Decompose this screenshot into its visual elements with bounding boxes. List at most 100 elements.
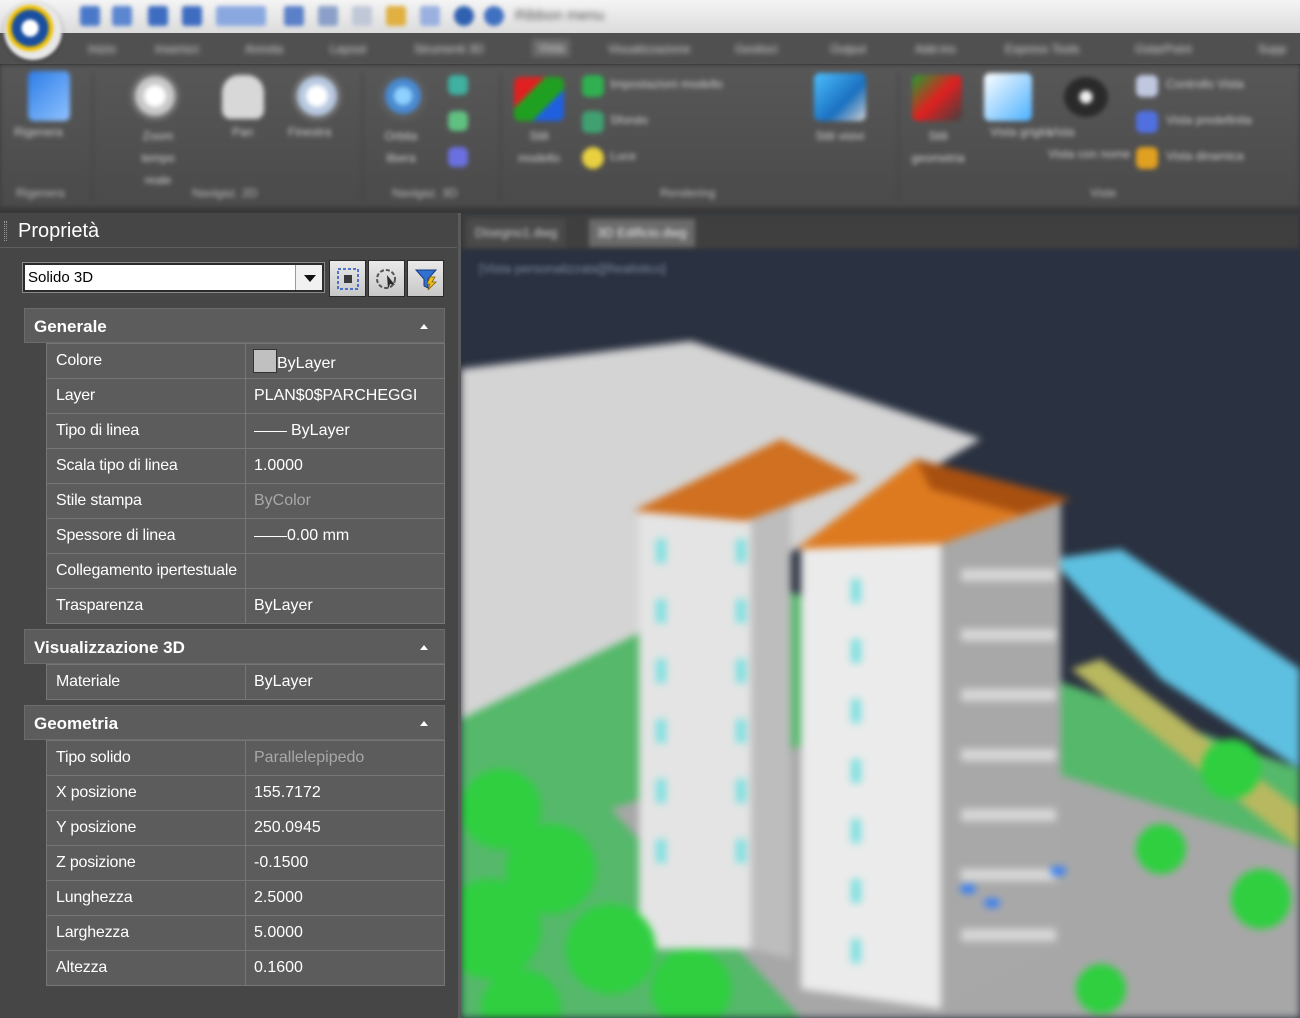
save-icon[interactable] xyxy=(148,6,168,26)
property-value[interactable]: ByLayer xyxy=(254,597,313,615)
property-row-height[interactable]: Altezza 0.1600 xyxy=(46,950,445,986)
tab-output[interactable]: Output xyxy=(830,42,866,56)
property-value[interactable]: 250.0945 xyxy=(254,819,321,837)
light-icon[interactable] xyxy=(582,147,604,169)
default-view-button[interactable]: Vista predefinita xyxy=(1166,113,1252,127)
save-as-icon[interactable] xyxy=(182,6,202,26)
property-value[interactable]: 0.00 mm xyxy=(287,527,349,545)
3d-building-model[interactable] xyxy=(461,249,1300,1018)
model-styles-button[interactable]: Stili modello xyxy=(512,125,566,169)
quick-select-button[interactable] xyxy=(407,260,444,297)
undo-icon[interactable] xyxy=(318,6,338,26)
nav-small-3-icon[interactable] xyxy=(448,147,468,167)
light-button[interactable]: Luce xyxy=(610,149,636,163)
property-value[interactable]: 0.1600 xyxy=(254,959,303,977)
panel-grip-handle[interactable] xyxy=(4,221,7,241)
property-row-linetype[interactable]: Tipo di linea ByLayer xyxy=(46,413,445,448)
tab-gstarpoint[interactable]: GstarPoint xyxy=(1135,42,1192,56)
view-control-icon[interactable] xyxy=(1136,75,1158,97)
tab-add-ins[interactable]: Add-ins xyxy=(915,42,956,56)
model-settings-button[interactable]: Impostazioni modello xyxy=(610,77,723,91)
document-tab[interactable]: Disegno1.dwg xyxy=(467,219,566,247)
object-type-select[interactable]: Solido 3D xyxy=(22,262,325,293)
visual-styles-button[interactable]: Stili visivi xyxy=(792,125,888,147)
view-grid-button[interactable]: Vista griglia xyxy=(990,125,1052,139)
pan-hand-icon[interactable] xyxy=(222,75,264,119)
view-camera-icon[interactable] xyxy=(1064,77,1108,117)
named-view-button[interactable]: Vista con nome xyxy=(1048,147,1131,161)
application-menu-logo[interactable] xyxy=(4,2,62,60)
regenerate-icon[interactable] xyxy=(28,71,70,121)
tab-manage[interactable]: Gestisci xyxy=(735,42,778,56)
nav-small-2-icon[interactable] xyxy=(448,111,468,131)
open-file-icon[interactable] xyxy=(112,6,132,26)
property-row-z-position[interactable]: Z posizione -0.1500 xyxy=(46,845,445,880)
property-value[interactable]: ByLayer xyxy=(291,422,350,440)
regenerate-button[interactable]: Rigenera xyxy=(14,125,63,139)
tab-annotate[interactable]: Annota xyxy=(245,42,283,56)
collapse-arrow-icon[interactable] xyxy=(420,645,428,650)
model-settings-icon[interactable] xyxy=(582,75,604,97)
plot-icon[interactable] xyxy=(216,6,266,26)
tab-home[interactable]: Inizio xyxy=(88,42,116,56)
visual-styles-icon[interactable] xyxy=(814,73,866,121)
property-row-layer[interactable]: Layer PLAN$0$PARCHEGGI xyxy=(46,378,445,413)
redo-icon[interactable] xyxy=(352,6,372,26)
nav-small-1-icon[interactable] xyxy=(448,75,468,95)
property-row-width[interactable]: Larghezza 5.0000 xyxy=(46,915,445,950)
view-button[interactable]: Vista xyxy=(1048,125,1074,139)
geometry-styles-button[interactable]: Stili geometria xyxy=(910,125,966,169)
property-row-linetype-scale[interactable]: Scala tipo di linea 1.0000 xyxy=(46,448,445,483)
tab-express-tools[interactable]: Express Tools xyxy=(1005,42,1079,56)
property-value[interactable]: ByLayer xyxy=(277,355,336,373)
property-row-solid-type[interactable]: Tipo solido Parallelepipedo xyxy=(46,740,445,775)
property-row-material[interactable]: Materiale ByLayer xyxy=(46,664,445,700)
help-icon[interactable] xyxy=(454,6,474,26)
property-row-plot-style[interactable]: Stile stampa ByColor xyxy=(46,483,445,518)
zoom-window-button[interactable]: Finestra xyxy=(288,125,331,139)
tab-view[interactable]: Vista xyxy=(532,39,571,57)
pan-button[interactable]: Pan xyxy=(232,125,253,139)
background-button[interactable]: Sfondo xyxy=(610,113,648,127)
match-properties-icon[interactable] xyxy=(386,6,406,26)
chevron-down-icon[interactable] xyxy=(295,265,322,290)
tab-more[interactable]: Supp xyxy=(1258,42,1286,56)
background-icon[interactable] xyxy=(582,111,604,133)
geometry-styles-icon[interactable] xyxy=(912,75,962,121)
zoom-realtime-button[interactable]: Zoom tempo reale xyxy=(128,125,188,191)
property-value[interactable]: 2.5000 xyxy=(254,889,303,907)
select-objects-button[interactable] xyxy=(368,260,405,297)
property-row-y-position[interactable]: Y posizione 250.0945 xyxy=(46,810,445,845)
property-row-x-position[interactable]: X posizione 155.7172 xyxy=(46,775,445,810)
layer-icon[interactable] xyxy=(420,6,440,26)
collapse-arrow-icon[interactable] xyxy=(420,324,428,329)
property-row-length[interactable]: Lunghezza 2.5000 xyxy=(46,880,445,915)
orbit-icon[interactable] xyxy=(378,71,428,121)
section-header-geometry[interactable]: Geometria xyxy=(24,705,445,740)
property-row-hyperlink[interactable]: Collegamento ipertestuale xyxy=(46,553,445,588)
property-row-transparency[interactable]: Trasparenza ByLayer xyxy=(46,588,445,624)
view-grid-icon[interactable] xyxy=(984,73,1032,121)
section-header-3d-visualization[interactable]: Visualizzazione 3D xyxy=(24,629,445,664)
tab-3d-tools[interactable]: Strumenti 3D xyxy=(414,42,484,56)
zoom-window-icon[interactable] xyxy=(292,71,342,121)
property-value[interactable]: -0.1500 xyxy=(254,854,308,872)
property-row-lineweight[interactable]: Spessore di linea 0.00 mm xyxy=(46,518,445,553)
preview-icon[interactable] xyxy=(284,6,304,26)
property-value[interactable]: 1.0000 xyxy=(254,457,303,475)
web-icon[interactable] xyxy=(484,6,504,26)
view-control-button[interactable]: Controllo Vista xyxy=(1166,77,1244,91)
property-value[interactable]: 5.0000 xyxy=(254,924,303,942)
drawing-viewport[interactable]: Disegno1.dwg 3D Edificio.dwg [Vista pers… xyxy=(461,213,1300,1018)
model-styles-icon[interactable] xyxy=(514,77,564,121)
property-value[interactable]: ByLayer xyxy=(254,673,313,691)
orbit-button[interactable]: Orbita libera xyxy=(374,125,428,169)
new-file-icon[interactable] xyxy=(80,6,100,26)
property-value[interactable]: 155.7172 xyxy=(254,784,321,802)
tab-visualization[interactable]: Visualizzazione xyxy=(608,42,691,56)
property-value[interactable]: PLAN$0$PARCHEGGI xyxy=(254,387,417,405)
collapse-arrow-icon[interactable] xyxy=(420,721,428,726)
zoom-realtime-icon[interactable] xyxy=(130,71,180,121)
default-view-icon[interactable] xyxy=(1136,111,1158,133)
dynamic-view-button[interactable]: Vista dinamica xyxy=(1166,149,1244,163)
